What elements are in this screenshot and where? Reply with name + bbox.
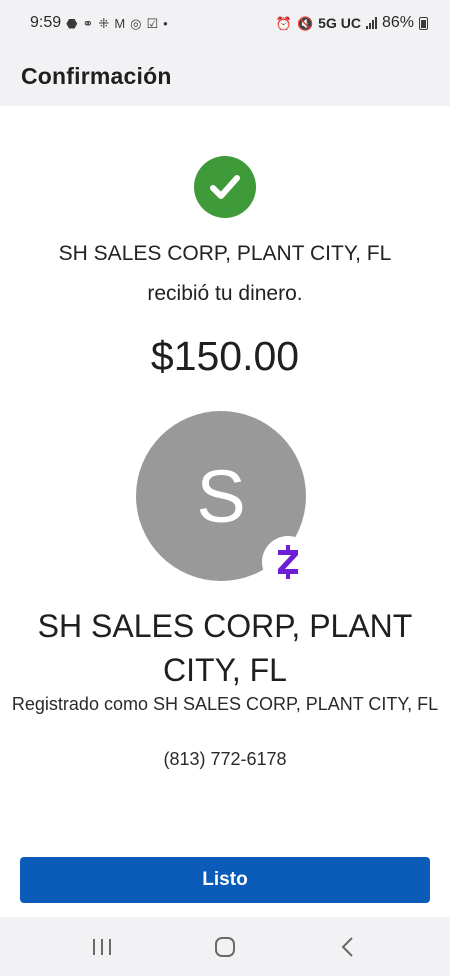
success-check-icon	[194, 156, 256, 218]
voicemail-icon: ⚭	[82, 15, 94, 31]
home-icon[interactable]	[205, 927, 245, 967]
avatar-initial: S	[196, 454, 246, 538]
back-icon[interactable]	[328, 927, 368, 967]
check-icon: ☑	[146, 15, 159, 31]
status-left: 9:59 ⬣ ⚭ ⁜ M ◎ ☑ •	[30, 14, 168, 32]
gmail-icon: M	[114, 15, 126, 31]
amount: $150.00	[150, 333, 300, 379]
network-label: 5G UC	[318, 15, 361, 31]
nav-bar	[0, 917, 450, 976]
signal-icon	[365, 17, 377, 29]
recipient-full-name: SH SALES CORP, PLANT CITY, FL	[37, 608, 413, 688]
alarm-icon: ⏰	[275, 15, 292, 31]
chase-icon: ⬣	[66, 15, 78, 31]
status-right: ⏰ 🔇 5G UC 86%	[276, 14, 428, 32]
status-time: 9:59	[30, 14, 62, 31]
registered-as: Registrado como SH SALES CORP, PLANT CIT…	[11, 694, 439, 714]
recipient-name: SH SALES CORP, PLANT CITY, FL	[58, 242, 392, 265]
app-header: Confirmación	[0, 46, 450, 106]
recent-apps-icon[interactable]	[82, 927, 122, 967]
page-title: Confirmación	[21, 62, 172, 89]
dot-icon: •	[163, 15, 168, 31]
apps-icon: ⁜	[98, 15, 110, 31]
received-message: recibió tu dinero.	[147, 282, 303, 305]
phone-number: (813) 772-6178	[163, 749, 287, 769]
mute-icon: 🔇	[296, 15, 314, 31]
battery-icon	[419, 16, 428, 30]
sync-icon: ◎	[130, 15, 142, 31]
status-bar: 9:59 ⬣ ⚭ ⁜ M ◎ ☑ • ⏰ 🔇 5G UC 86%	[0, 0, 450, 46]
zelle-icon	[262, 536, 314, 588]
battery-label: 86%	[381, 14, 414, 31]
done-button[interactable]: Listo	[20, 857, 430, 903]
